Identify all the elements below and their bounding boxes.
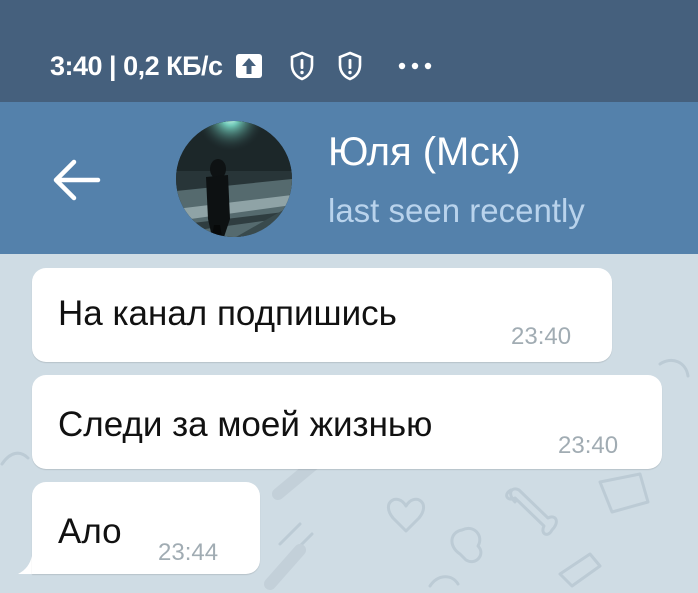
more-dots-icon: [397, 61, 433, 71]
avatar[interactable]: [176, 121, 292, 237]
message-time: 23:40: [511, 323, 572, 350]
contact-status: last seen recently: [328, 192, 585, 229]
upload-icon: [235, 53, 263, 79]
message-text: Ало: [58, 512, 122, 551]
message-list[interactable]: На канал подпишись 23:40 Следи за моей ж…: [0, 254, 698, 593]
status-bar: 3:40 | 0,2 КБ/с: [0, 0, 698, 102]
message-bubble[interactable]: На канал подпишись 23:40: [32, 268, 612, 362]
status-bar-text: 3:40 | 0,2 КБ/с: [50, 50, 223, 81]
message-bubble[interactable]: Ало 23:44: [32, 482, 260, 574]
message-time: 23:40: [558, 432, 619, 459]
message-text: Следи за моей жизнью: [58, 405, 433, 444]
chat-header: Юля (Мск) last seen recently: [0, 102, 698, 254]
message-text: На канал подпишись: [58, 294, 397, 333]
arrow-left-icon: [53, 159, 101, 201]
contact-name[interactable]: Юля (Мск): [328, 130, 521, 175]
message-time: 23:44: [158, 539, 219, 566]
message-bubble[interactable]: Следи за моей жизнью 23:40: [32, 375, 662, 469]
back-button[interactable]: [48, 154, 104, 206]
shield-alert-icon: [289, 51, 315, 81]
shield-alert-icon: [337, 51, 363, 81]
